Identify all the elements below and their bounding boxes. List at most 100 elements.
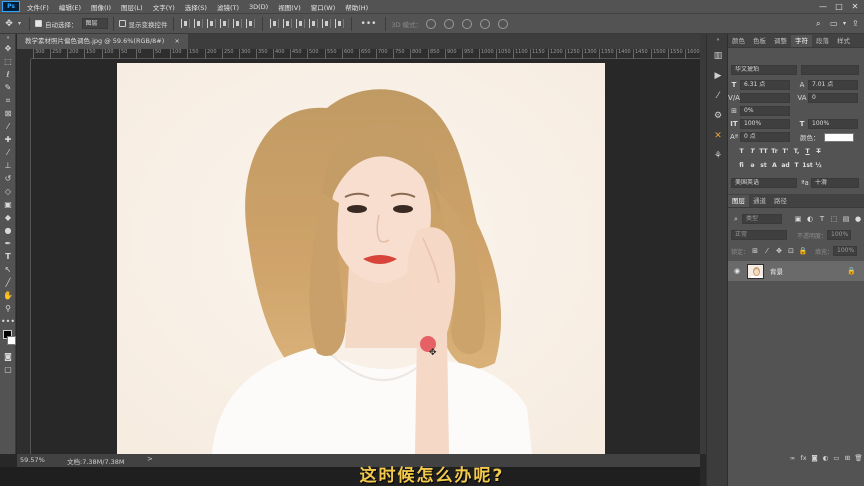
contextual-icon[interactable]: T [791,161,802,171]
shape-tool-icon[interactable]: ╱ [0,276,16,289]
lock-pixels-icon[interactable]: ⁄ [761,247,773,255]
distribute-hcenter-icon[interactable] [321,19,331,28]
layer-filter-select[interactable]: 类型 [742,214,782,224]
menu-filter[interactable]: 滤镜(T) [212,2,244,12]
superscript-button[interactable]: T' [780,147,791,157]
menu-edit[interactable]: 编辑(E) [54,2,86,12]
properties-panel-icon[interactable]: ⚙ [707,106,729,126]
baseline-shift-field[interactable]: 0 点 [740,132,790,142]
distribute-vcenter-icon[interactable] [282,19,292,28]
menu-type[interactable]: 文字(Y) [148,2,180,12]
3d-scale-icon[interactable] [498,18,509,29]
antialias-select[interactable]: 十滑 [811,178,859,188]
frame-tool-icon[interactable]: ⊠ [0,107,16,120]
close-tab-icon[interactable]: × [174,37,179,45]
collapse-icon[interactable]: « [707,34,729,46]
distribute-bottom-icon[interactable] [295,19,305,28]
blur-tool-icon[interactable]: ◆ [0,211,16,224]
distribute-right-icon[interactable] [334,19,344,28]
tab-layers[interactable]: 图层 [728,195,749,207]
underline-button[interactable]: T [802,147,813,157]
close-button[interactable]: ✕ [848,1,862,12]
menu-select[interactable]: 选择(S) [180,2,212,12]
edit-toolbar-icon[interactable]: ••• [0,315,16,328]
font-family-select[interactable]: 华文琥珀 [731,65,797,75]
glyphs-panel-icon[interactable]: ⚘ [707,146,729,166]
fractions-icon[interactable]: 1st [802,161,813,171]
menu-3d[interactable]: 3D(D) [244,3,273,11]
3d-pan-icon[interactable] [462,18,473,29]
chevron-down-icon[interactable]: ▾ [843,20,846,27]
type-tool-icon[interactable]: T [0,250,16,263]
more-options-icon[interactable]: ••• [361,19,377,29]
hand-tool-icon[interactable]: ✋ [0,289,16,302]
leading-field[interactable]: 7.01 点 [808,80,858,90]
menu-layer[interactable]: 图层(L) [116,2,148,12]
minimize-button[interactable]: — [816,1,830,12]
align-right-icon[interactable] [245,19,255,28]
screen-mode-icon[interactable]: ▢ [0,363,16,376]
tools-preset-icon[interactable]: ✕ [707,126,729,146]
menu-view[interactable]: 视图(V) [273,2,306,12]
menu-window[interactable]: 窗口(W) [306,2,341,12]
quick-select-tool-icon[interactable]: ✎ [0,81,16,94]
layer-row-background[interactable]: ◉ 背景 🔒 [728,261,864,281]
menu-image[interactable]: 图像(I) [86,2,116,12]
kerning-field[interactable] [740,93,790,103]
filter-adjust-icon[interactable]: ◐ [804,215,816,223]
lock-transparent-icon[interactable]: ⊞ [749,247,761,255]
chevron-down-icon[interactable]: ▾ [18,20,21,27]
half-icon[interactable]: ½ [813,161,824,171]
history-brush-icon[interactable]: ↺ [0,172,16,185]
tab-paths[interactable]: 路径 [770,195,791,207]
move-tool-icon[interactable]: ✥ [0,42,16,55]
ordinal-icon[interactable]: ad [780,161,791,171]
faux-italic-button[interactable]: T [747,147,758,157]
color-swatches[interactable] [0,328,16,350]
horizontal-scale-field[interactable]: 100% [808,119,858,129]
vertical-scale-field[interactable]: 100% [740,119,790,129]
faux-bold-button[interactable]: T [736,147,747,157]
eye-icon[interactable]: ◉ [731,267,743,275]
align-left-icon[interactable] [219,19,229,28]
small-caps-button[interactable]: Tr [769,147,780,157]
distribute-left-icon[interactable] [308,19,318,28]
menu-help[interactable]: 帮助(H) [340,2,373,12]
swash-icon[interactable]: ə [747,161,758,171]
actions-panel-icon[interactable]: ▶ [707,66,729,86]
tab-channels[interactable]: 通道 [749,195,770,207]
lock-position-icon[interactable]: ✥ [773,247,785,255]
menu-file[interactable]: 文件(F) [22,2,54,12]
font-style-select[interactable] [801,65,859,75]
fill-field[interactable]: 100% [833,246,858,256]
tracking-field[interactable]: 0 [808,93,858,103]
filter-pixel-icon[interactable]: ▣ [792,215,804,223]
gradient-tool-icon[interactable]: ▣ [0,198,16,211]
opacity-field[interactable]: 100% [827,230,852,240]
align-hcenter-icon[interactable] [232,19,242,28]
tsume-field[interactable]: 0% [740,106,790,116]
show-transform-checkbox[interactable] [118,20,126,27]
eraser-tool-icon[interactable]: ◇ [0,185,16,198]
lock-artboard-icon[interactable]: ⊡ [785,247,797,255]
3d-slide-icon[interactable] [480,18,491,29]
align-bottom-icon[interactable] [206,19,216,28]
document-tab[interactable]: 教学素材照片偏色调色.jpg @ 59.6%(RGB/8#) × [17,34,188,49]
language-select[interactable]: 美国英语 [731,178,797,188]
vertical-ruler[interactable] [17,59,31,454]
3d-orbit-icon[interactable] [426,18,437,29]
blend-mode-select[interactable]: 正常 [731,230,787,240]
ligature-icon[interactable]: fi [736,161,747,171]
move-tool-icon[interactable]: ✥ [0,19,18,29]
align-vcenter-icon[interactable] [193,19,203,28]
healing-tool-icon[interactable]: ✚ [0,133,16,146]
strikethrough-button[interactable]: T [813,147,824,157]
tab-character[interactable]: 字符 [791,35,812,47]
eyedropper-tool-icon[interactable]: ⁄ [0,120,16,133]
zoom-tool-icon[interactable]: ⚲ [0,302,16,315]
filter-smart-icon[interactable]: ▤ [840,215,852,223]
search-icon[interactable]: ⌕ [816,19,820,29]
photo-canvas[interactable]: ✥ [117,63,605,454]
workspace-icon[interactable]: ▭ [830,19,838,28]
auto-select-dropdown[interactable]: 图层 [81,18,108,29]
